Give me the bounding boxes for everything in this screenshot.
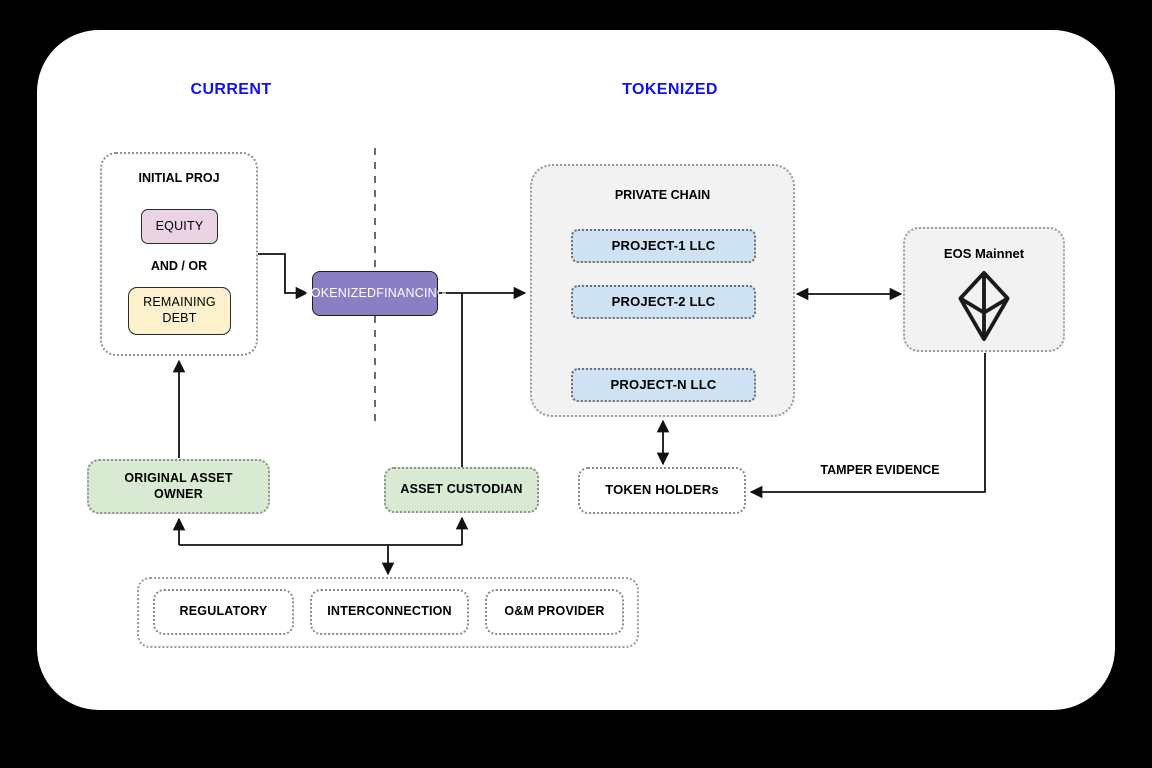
project-n-box[interactable]: PROJECT-N LLC (571, 368, 756, 402)
tokenized-financing-line1: TOKENIZED (303, 285, 377, 300)
original-asset-owner-line1: ORIGINAL ASSET (124, 470, 233, 485)
section-title-tokenized: TOKENIZED (622, 81, 718, 98)
token-holders-box[interactable]: TOKEN HOLDERs (578, 467, 746, 514)
tokenized-financing-box[interactable]: TOKENIZED FINANCING (303, 271, 447, 316)
initial-project-label: INITIAL PROJ (138, 171, 220, 185)
project-2-box[interactable]: PROJECT-2 LLC (571, 285, 756, 319)
remaining-debt-box[interactable]: REMAINING DEBT (128, 287, 231, 335)
service-regulatory[interactable]: REGULATORY (153, 589, 294, 635)
service-interconnection[interactable]: INTERCONNECTION (310, 589, 469, 635)
diagram-canvas: CURRENT TOKENIZED INITIAL PROJ EQUITY AN… (0, 0, 1152, 768)
private-chain-label: PRIVATE CHAIN (614, 188, 711, 202)
project-1-box[interactable]: PROJECT-1 LLC (571, 229, 756, 263)
tokenized-financing-line2: FINANCING (376, 285, 447, 300)
eos-logo-icon (958, 270, 1010, 342)
section-title-current: CURRENT (190, 81, 272, 98)
original-asset-owner-box[interactable]: ORIGINAL ASSET OWNER (87, 459, 270, 514)
original-asset-owner-line2: OWNER (154, 486, 203, 501)
eos-mainnet-label: EOS Mainnet (943, 246, 1025, 261)
asset-custodian-box[interactable]: ASSET CUSTODIAN (384, 467, 539, 513)
equity-box[interactable]: EQUITY (141, 209, 218, 244)
and-or-label: AND / OR (150, 259, 208, 273)
service-om-provider[interactable]: O&M PROVIDER (485, 589, 624, 635)
tamper-evidence-label: TAMPER EVIDENCE (820, 463, 940, 477)
